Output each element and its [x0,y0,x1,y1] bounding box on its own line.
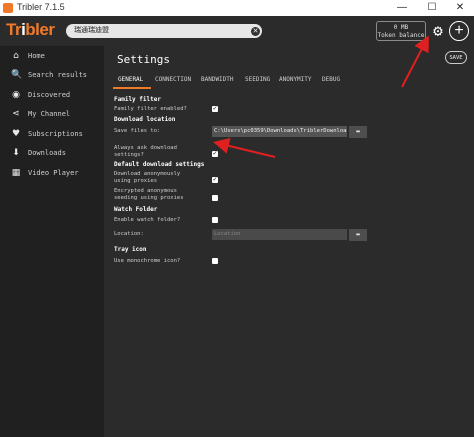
arrow-to-save-location [213,138,276,158]
annotation-arrows [213,35,429,158]
arrow-to-settings-icon [401,35,429,88]
